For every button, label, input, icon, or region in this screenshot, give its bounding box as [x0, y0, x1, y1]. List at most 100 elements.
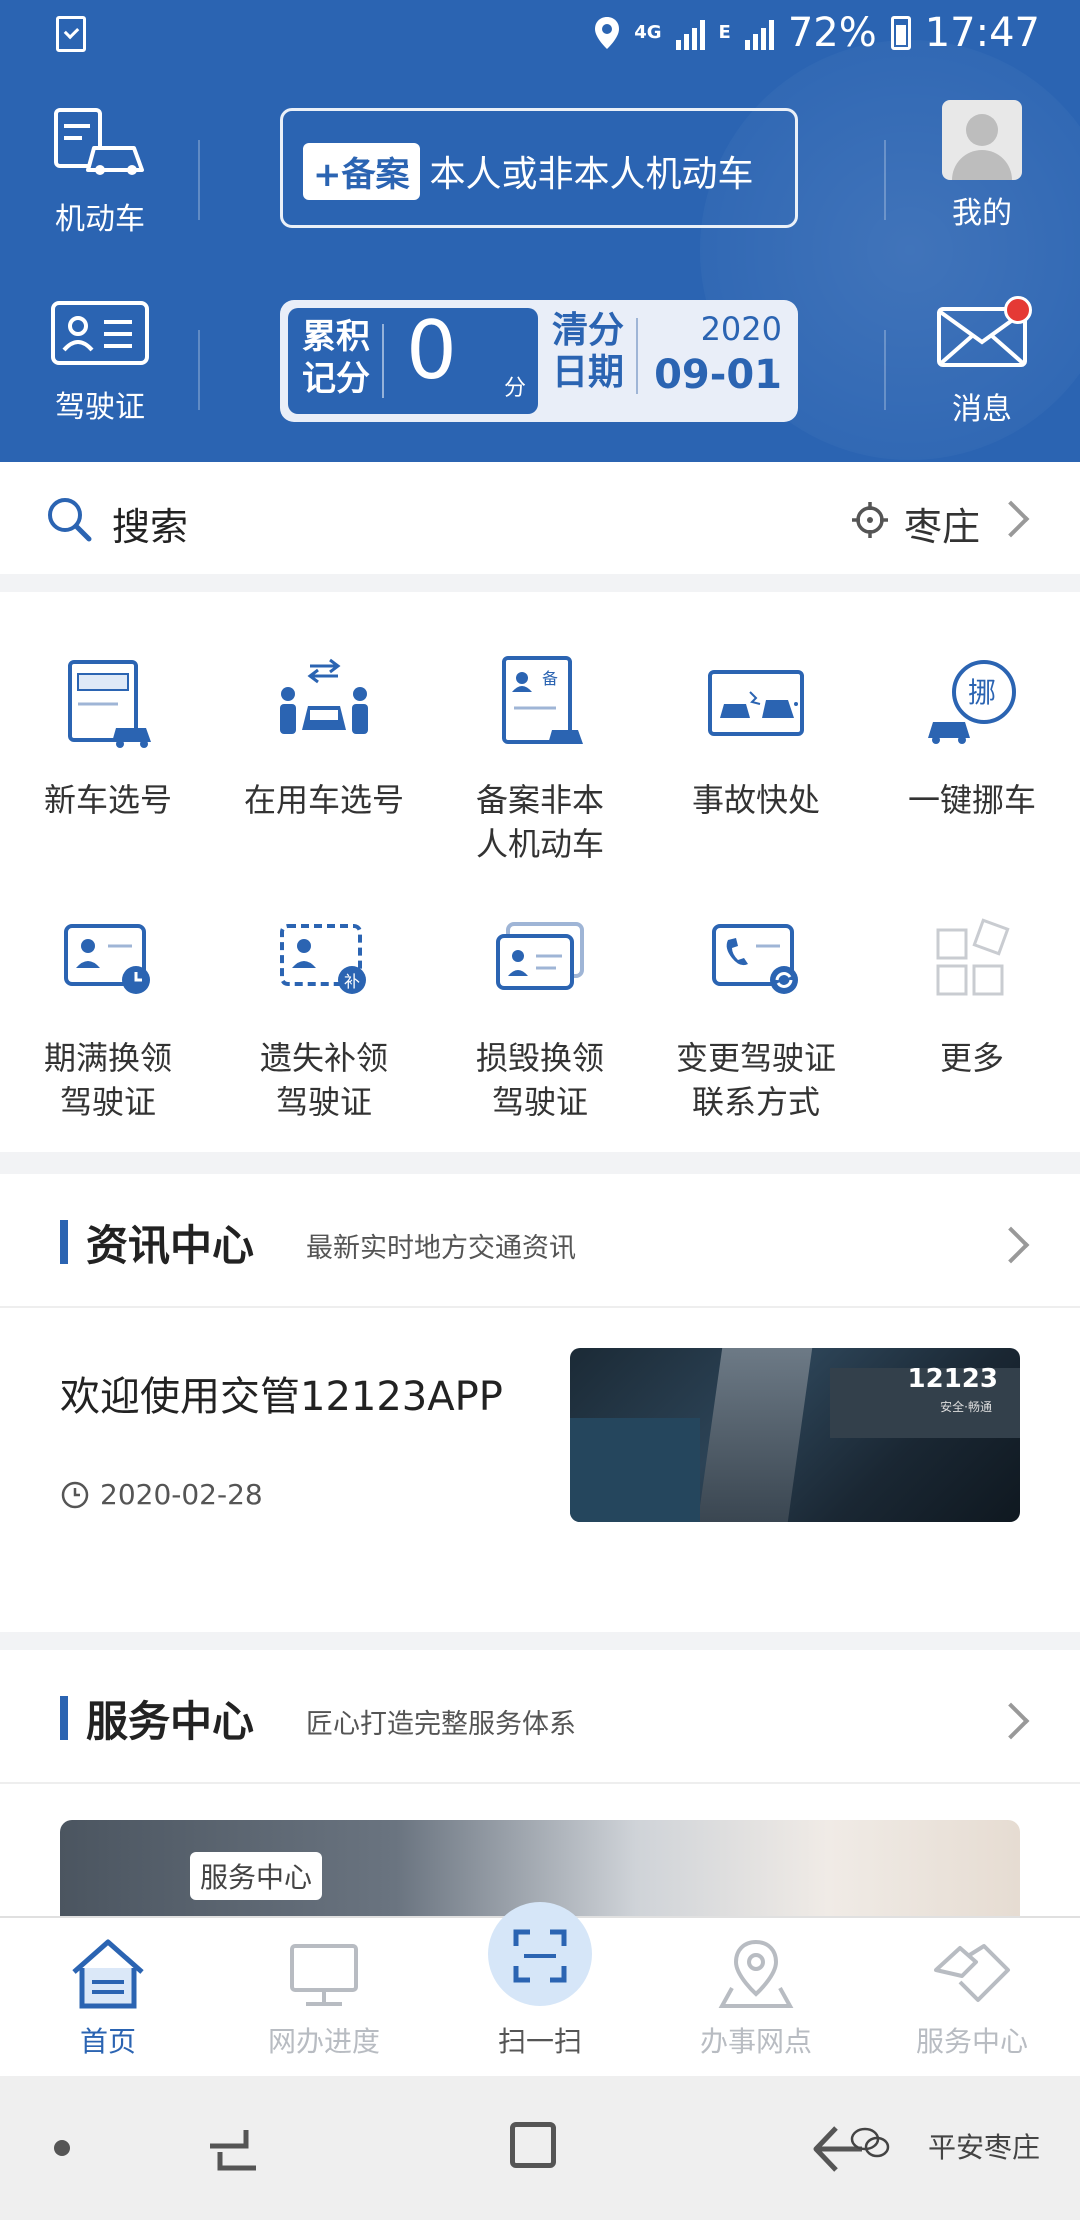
section-title: 服务中心: [86, 1697, 255, 1746]
news-section: 资讯中心 最新实时地方交通资讯 欢迎使用交管12123APP 2020-02-2…: [0, 1174, 1080, 1632]
register-tag: +备案: [303, 143, 420, 200]
nav-label: 网办进度: [267, 2025, 380, 2058]
locate-icon: [852, 502, 888, 538]
news-section-header[interactable]: 资讯中心 最新实时地方交通资讯: [0, 1174, 1080, 1304]
service-banner-tag: 服务中心: [190, 1852, 323, 1900]
nav-locations[interactable]: 办事网点: [648, 1918, 864, 2078]
service-section-header[interactable]: 服务中心 匠心打造完整服务体系: [0, 1650, 1080, 1780]
service-accident[interactable]: 事故快处: [648, 652, 864, 822]
clear-label-1: 清分: [552, 310, 625, 351]
vehicle-button[interactable]: 机动车: [40, 104, 160, 238]
scan-icon: [513, 1929, 567, 1983]
mine-label: 我的: [952, 196, 1012, 231]
news-item[interactable]: 欢迎使用交管12123APP 2020-02-28 12123 安全·畅通: [0, 1308, 1080, 1608]
wechat-icon: [850, 2127, 890, 2158]
thumbnail-slogan: 安全·畅通: [940, 1400, 992, 1414]
nav-label: 办事网点: [699, 2025, 812, 2058]
service-label: 备案非本 人机动车: [475, 781, 604, 863]
clear-year: 2020: [700, 310, 782, 348]
more-icon: [922, 910, 1022, 1010]
clock: 17:47: [924, 10, 1040, 56]
bottom-nav: 首页 网办进度 扫一扫 办事网点 服务中心: [0, 1902, 1080, 2078]
network-type-2: E: [718, 22, 731, 43]
avatar: [942, 100, 1022, 180]
recent-apps-icon[interactable]: [206, 2126, 260, 2172]
service-license-renew[interactable]: 期满换领 驾驶证: [0, 910, 216, 1124]
license-damaged-icon: [490, 910, 590, 1010]
thumbnail-brand: 12123: [907, 1364, 998, 1394]
svg-text:补: 补: [344, 972, 360, 991]
service-register-vehicle[interactable]: 备 备案非本 人机动车: [432, 652, 648, 866]
score-panel: 累积 记分 0 分: [288, 304, 538, 414]
nav-label: 首页: [79, 2025, 136, 2058]
nav-service-center[interactable]: 服务中心: [864, 1918, 1080, 2078]
message-button[interactable]: 消息: [922, 296, 1042, 428]
handshake-icon: [934, 1944, 1010, 2002]
service-label: 在用车选号: [243, 781, 404, 819]
nav-scan[interactable]: 扫一扫: [432, 1902, 648, 2078]
service-new-car-plate[interactable]: 新车选号: [0, 652, 216, 822]
city-selector[interactable]: 枣庄: [904, 496, 980, 551]
section-subtitle: 最新实时地方交通资讯: [306, 1233, 576, 1264]
home-dot-icon[interactable]: [54, 2140, 70, 2156]
service-license-replace[interactable]: 补 遗失补领 驾驶证: [216, 910, 432, 1124]
service-more[interactable]: 更多: [864, 910, 1080, 1080]
service-label: 新车选号: [43, 781, 172, 819]
accum-label-2: 记分: [302, 359, 370, 399]
score-card[interactable]: 累积 记分 0 分 清分 日期 2020 09-01: [280, 300, 798, 422]
svg-text:挪: 挪: [968, 676, 996, 709]
search-icon: [48, 498, 92, 542]
license-button[interactable]: 驾驶证: [40, 300, 160, 426]
home-icon: [72, 1939, 144, 2009]
service-label: 损毁换领 驾驶证: [475, 1039, 604, 1121]
news-thumbnail: 12123 安全·畅通: [570, 1348, 1020, 1522]
news-date: 2020-02-28: [100, 1478, 263, 1511]
vehicle-doc-icon: [54, 108, 144, 175]
new-car-plate-icon: [58, 652, 158, 752]
search-bar[interactable]: 搜索 枣庄: [0, 462, 1080, 574]
news-title: 欢迎使用交管12123APP: [60, 1374, 503, 1420]
signal-icon-2: [744, 16, 774, 50]
battery-icon: [890, 16, 911, 50]
home-button-icon[interactable]: [510, 2122, 556, 2168]
service-label: 更多: [939, 1039, 1004, 1077]
nav-progress[interactable]: 网办进度: [216, 1918, 432, 2078]
license-label: 驾驶证: [55, 390, 145, 425]
nav-home[interactable]: 首页: [0, 1918, 216, 2078]
network-type: 4G: [634, 22, 662, 43]
license-contact-icon: [706, 910, 806, 1010]
service-label: 事故快处: [691, 781, 820, 819]
nav-label: 服务中心: [915, 2025, 1028, 2058]
svg-text:备: 备: [542, 669, 558, 688]
register-vehicle-card[interactable]: +备案 本人或非本人机动车: [280, 108, 798, 228]
status-bar: 4G E 72% 17:47: [0, 0, 1080, 70]
service-license-damaged[interactable]: 损毁换领 驾驶证: [432, 910, 648, 1124]
accident-icon: [706, 652, 806, 752]
used-car-plate-icon: [274, 652, 374, 752]
section-subtitle: 匠心打造完整服务体系: [306, 1709, 576, 1740]
location-icon: [595, 17, 620, 49]
id-card-icon: [51, 301, 149, 365]
clear-label-2: 日期: [552, 352, 625, 393]
message-label: 消息: [952, 392, 1012, 427]
accum-label-1: 累积: [302, 317, 370, 357]
section-title: 资讯中心: [86, 1221, 255, 1270]
service-grid: 新车选号 在用车选号 备 备案非本 人机动车 事故快处 挪 一键挪车 期满换领 …: [0, 592, 1080, 1152]
chevron-right-icon: [992, 1226, 1030, 1264]
service-used-car-plate[interactable]: 在用车选号: [216, 652, 432, 822]
license-replace-icon: 补: [274, 910, 374, 1010]
score-unit: 分: [504, 376, 527, 401]
mine-button[interactable]: 我的: [922, 100, 1042, 232]
register-text: 本人或非本人机动车: [429, 154, 754, 195]
monitor-icon: [290, 1944, 358, 2006]
vehicle-label: 机动车: [55, 202, 145, 237]
service-license-contact[interactable]: 变更驾驶证 联系方式: [648, 910, 864, 1124]
unread-badge: [1004, 296, 1032, 324]
clock-icon: [61, 1481, 89, 1509]
service-label: 一键挪车: [907, 781, 1036, 819]
chevron-right-icon: [992, 1702, 1030, 1740]
service-move-car[interactable]: 挪 一键挪车: [864, 652, 1080, 822]
header: 4G E 72% 17:47 机动车 驾驶证 +备案 本人或非本人机动车 累积 …: [0, 0, 1080, 462]
service-label: 期满换领 驾驶证: [43, 1039, 172, 1121]
score-points: 0: [406, 304, 457, 397]
